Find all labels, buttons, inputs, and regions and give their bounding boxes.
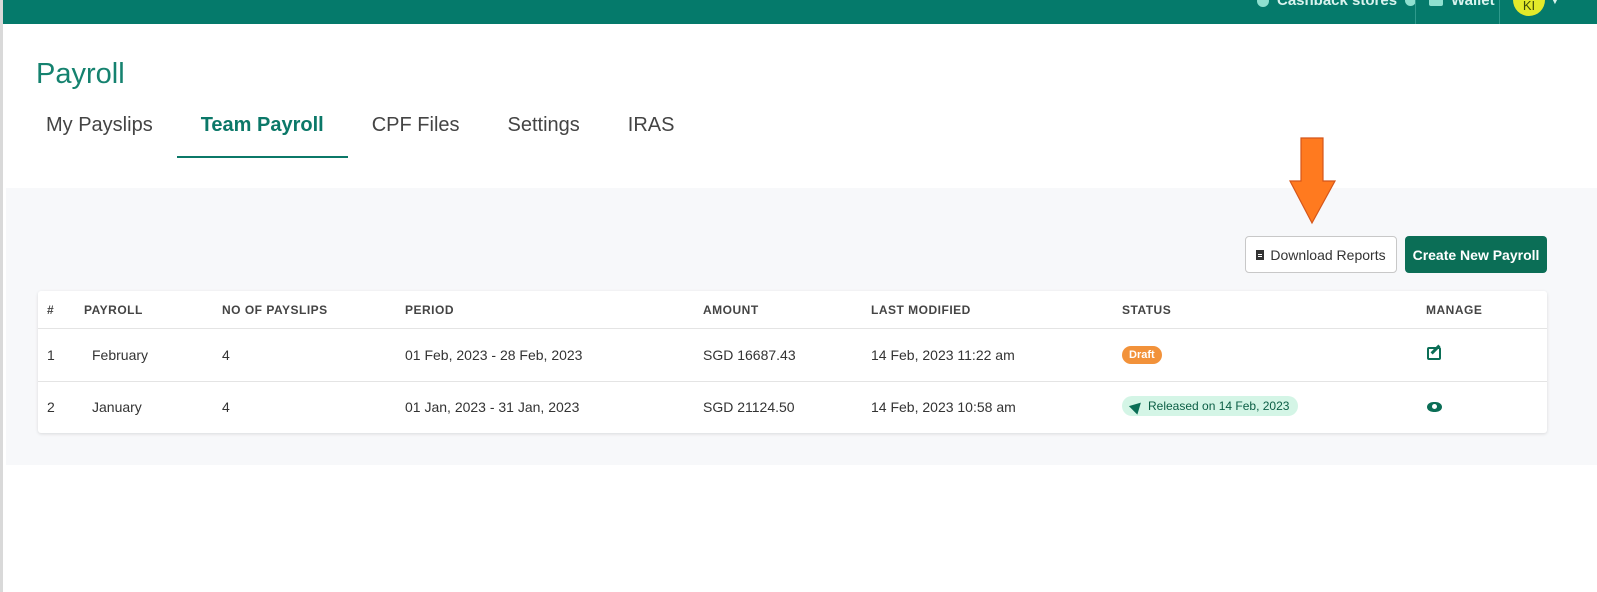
payroll-table: # PAYROLL NO OF PAYSLIPS PERIOD AMOUNT L… (38, 291, 1547, 433)
wallet-link[interactable]: Wallet (1429, 0, 1495, 9)
column-header: LAST MODIFIED (871, 303, 971, 317)
cashback-stores-link[interactable]: Cashback stores (1257, 0, 1417, 9)
download-reports-label: Download Reports (1270, 246, 1386, 263)
payroll-name: February (92, 347, 149, 363)
edit-icon[interactable] (1427, 347, 1441, 360)
payroll-amount: SGD 21124.50 (703, 399, 795, 415)
download-reports-button[interactable]: Download Reports (1245, 236, 1397, 273)
payroll-panel: Download Reports Create New Payroll # PA… (6, 188, 1597, 465)
file-icon (1256, 249, 1265, 260)
divider (1415, 0, 1416, 24)
column-header: NO OF PAYSLIPS (222, 303, 328, 317)
wallet-icon (1429, 0, 1443, 6)
payroll-period: 01 Jan, 2023 - 31 Jan, 2023 (405, 399, 580, 415)
status-label: Released on 14 Feb, 2023 (1148, 399, 1290, 413)
table-row[interactable]: 2 January 4 01 Jan, 2023 - 31 Jan, 2023 … (38, 382, 1547, 434)
avatar[interactable]: KI (1513, 0, 1545, 16)
cashback-stores-label: Cashback stores (1277, 0, 1398, 9)
payroll-period: 01 Feb, 2023 - 28 Feb, 2023 (405, 347, 583, 363)
table-row[interactable]: 1 February 4 01 Feb, 2023 - 28 Feb, 2023… (38, 330, 1547, 382)
page-title: Payroll (36, 58, 125, 90)
tab-bar: My Payslips Team Payroll CPF Files Setti… (22, 96, 698, 158)
row-index: 2 (47, 399, 55, 415)
status-badge: Draft (1122, 346, 1162, 364)
payroll-amount: SGD 16687.43 (703, 347, 796, 363)
annotation-arrow-icon (1289, 137, 1337, 225)
create-new-payroll-button[interactable]: Create New Payroll (1405, 236, 1547, 273)
column-header: AMOUNT (703, 303, 759, 317)
last-modified: 14 Feb, 2023 11:22 am (871, 347, 1015, 363)
wallet-label: Wallet (1451, 0, 1495, 9)
column-header: STATUS (1122, 303, 1172, 317)
tab-iras[interactable]: IRAS (604, 96, 699, 158)
payroll-name: January (92, 399, 142, 415)
column-header: PAYROLL (84, 303, 143, 317)
column-header: # (47, 303, 55, 317)
last-modified: 14 Feb, 2023 10:58 am (871, 399, 1016, 415)
payslip-count: 4 (222, 347, 230, 363)
status-badge: Released on 14 Feb, 2023 (1122, 396, 1299, 416)
tab-settings[interactable]: Settings (484, 96, 604, 158)
divider (1499, 0, 1500, 24)
top-navbar: Cashback stores Wallet KI ▼ (3, 0, 1597, 24)
tab-cpf-files[interactable]: CPF Files (348, 96, 484, 158)
eye-icon[interactable] (1427, 402, 1442, 412)
tab-team-payroll[interactable]: Team Payroll (176, 96, 348, 158)
chevron-down-icon[interactable]: ▼ (1550, 0, 1560, 7)
table-header: # PAYROLL NO OF PAYSLIPS PERIOD AMOUNT L… (38, 291, 1547, 329)
column-header: PERIOD (405, 303, 455, 317)
coins-icon (1257, 0, 1269, 7)
page: Cashback stores Wallet KI ▼ Payroll My P… (0, 0, 1597, 592)
paper-plane-icon (1128, 397, 1146, 415)
row-index: 1 (47, 347, 55, 363)
tab-my-payslips[interactable]: My Payslips (22, 96, 177, 158)
column-header: MANAGE (1426, 303, 1483, 317)
payslip-count: 4 (222, 399, 230, 415)
